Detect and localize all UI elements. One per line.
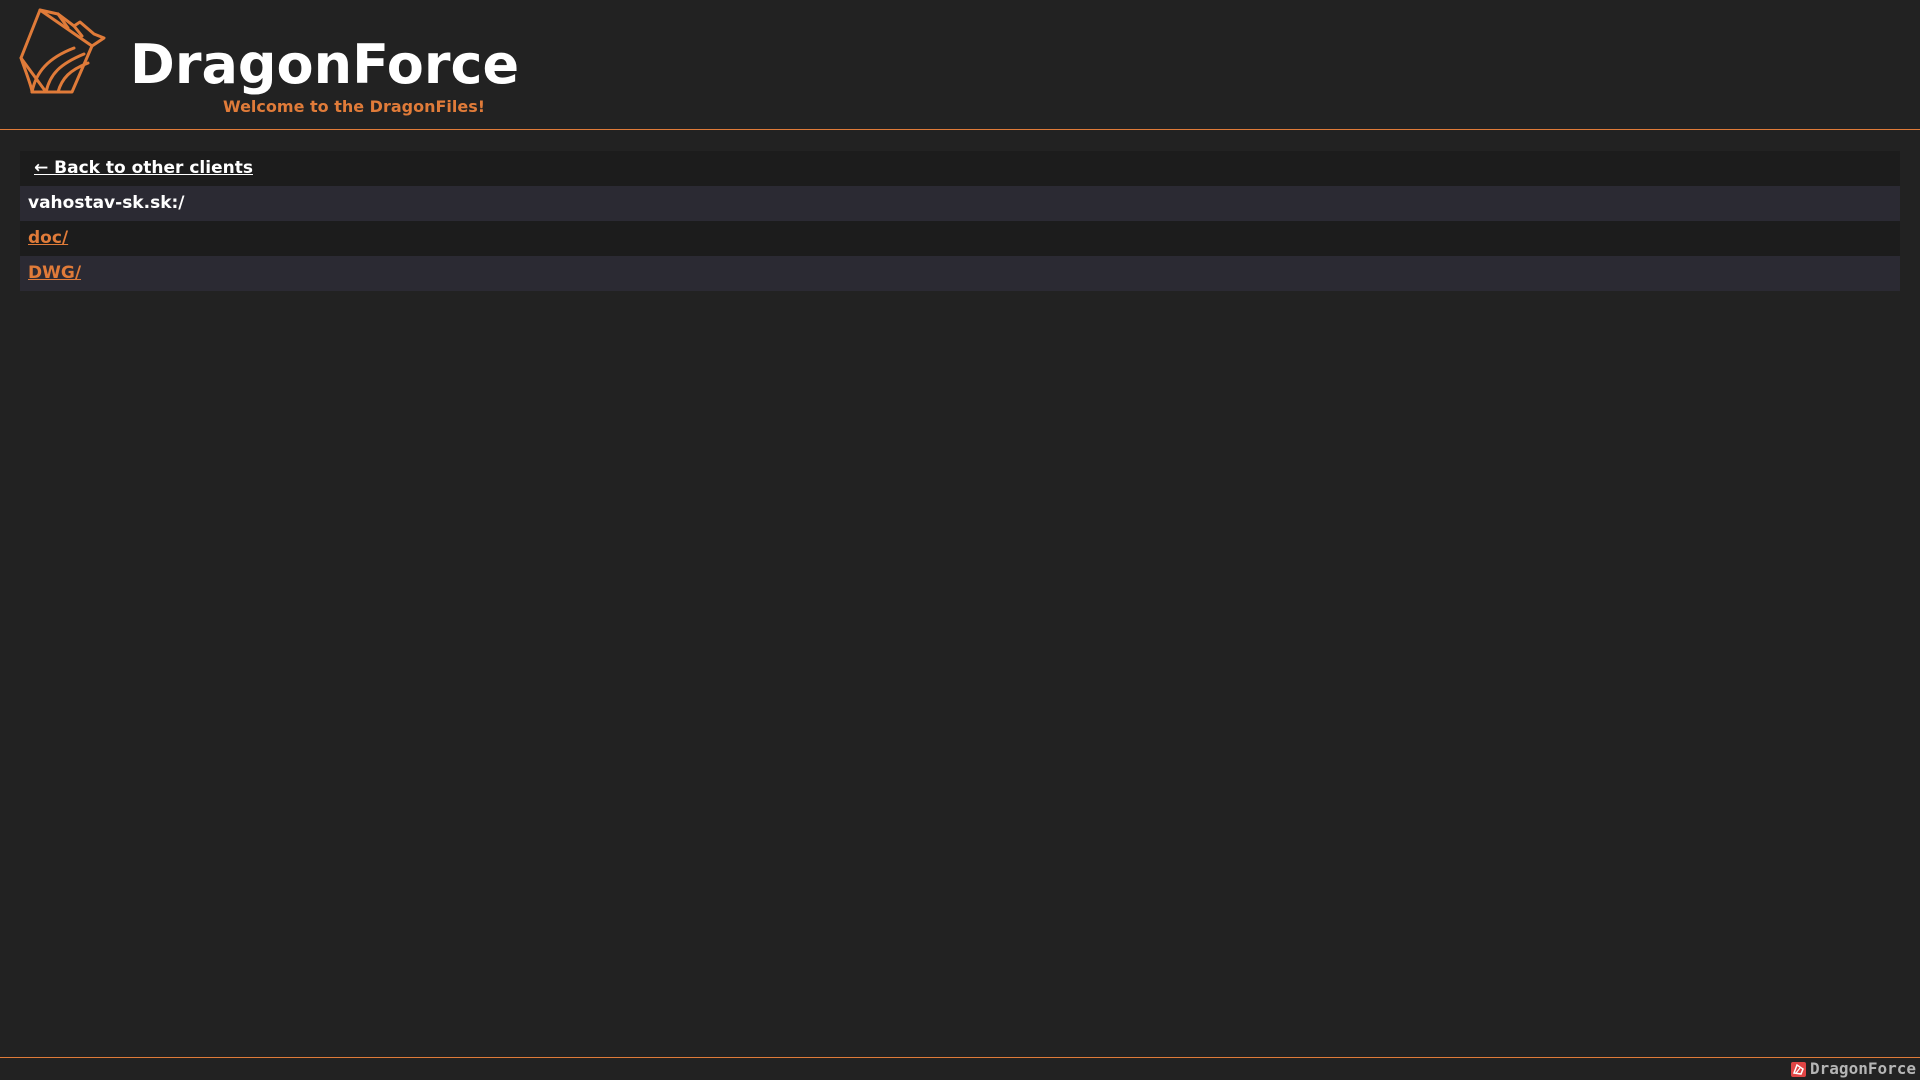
footer-divider	[0, 1057, 1920, 1058]
file-listing: ← Back to other clients vahostav-sk.sk:/…	[20, 151, 1900, 291]
current-path-row: vahostav-sk.sk:/	[20, 186, 1900, 221]
list-item: doc/	[20, 221, 1900, 256]
back-row: ← Back to other clients	[20, 151, 1900, 186]
footer-brand: DragonForce	[1791, 1058, 1916, 1080]
back-to-clients-link[interactable]: ← Back to other clients	[28, 158, 253, 178]
folder-link-doc[interactable]: doc/	[28, 228, 68, 248]
folder-link-dwg[interactable]: DWG/	[28, 263, 81, 283]
current-path: vahostav-sk.sk:/	[28, 193, 185, 213]
footer-brand-text: DragonForce	[1810, 1059, 1916, 1078]
site-header: DragonForce Welcome to the DragonFiles!	[0, 0, 1920, 130]
dragon-logo-icon	[19, 8, 106, 94]
list-item: DWG/	[20, 256, 1900, 291]
dragon-small-icon	[1791, 1061, 1807, 1077]
site-subtitle: Welcome to the DragonFiles!	[223, 97, 486, 116]
site-title: DragonForce	[130, 33, 520, 96]
